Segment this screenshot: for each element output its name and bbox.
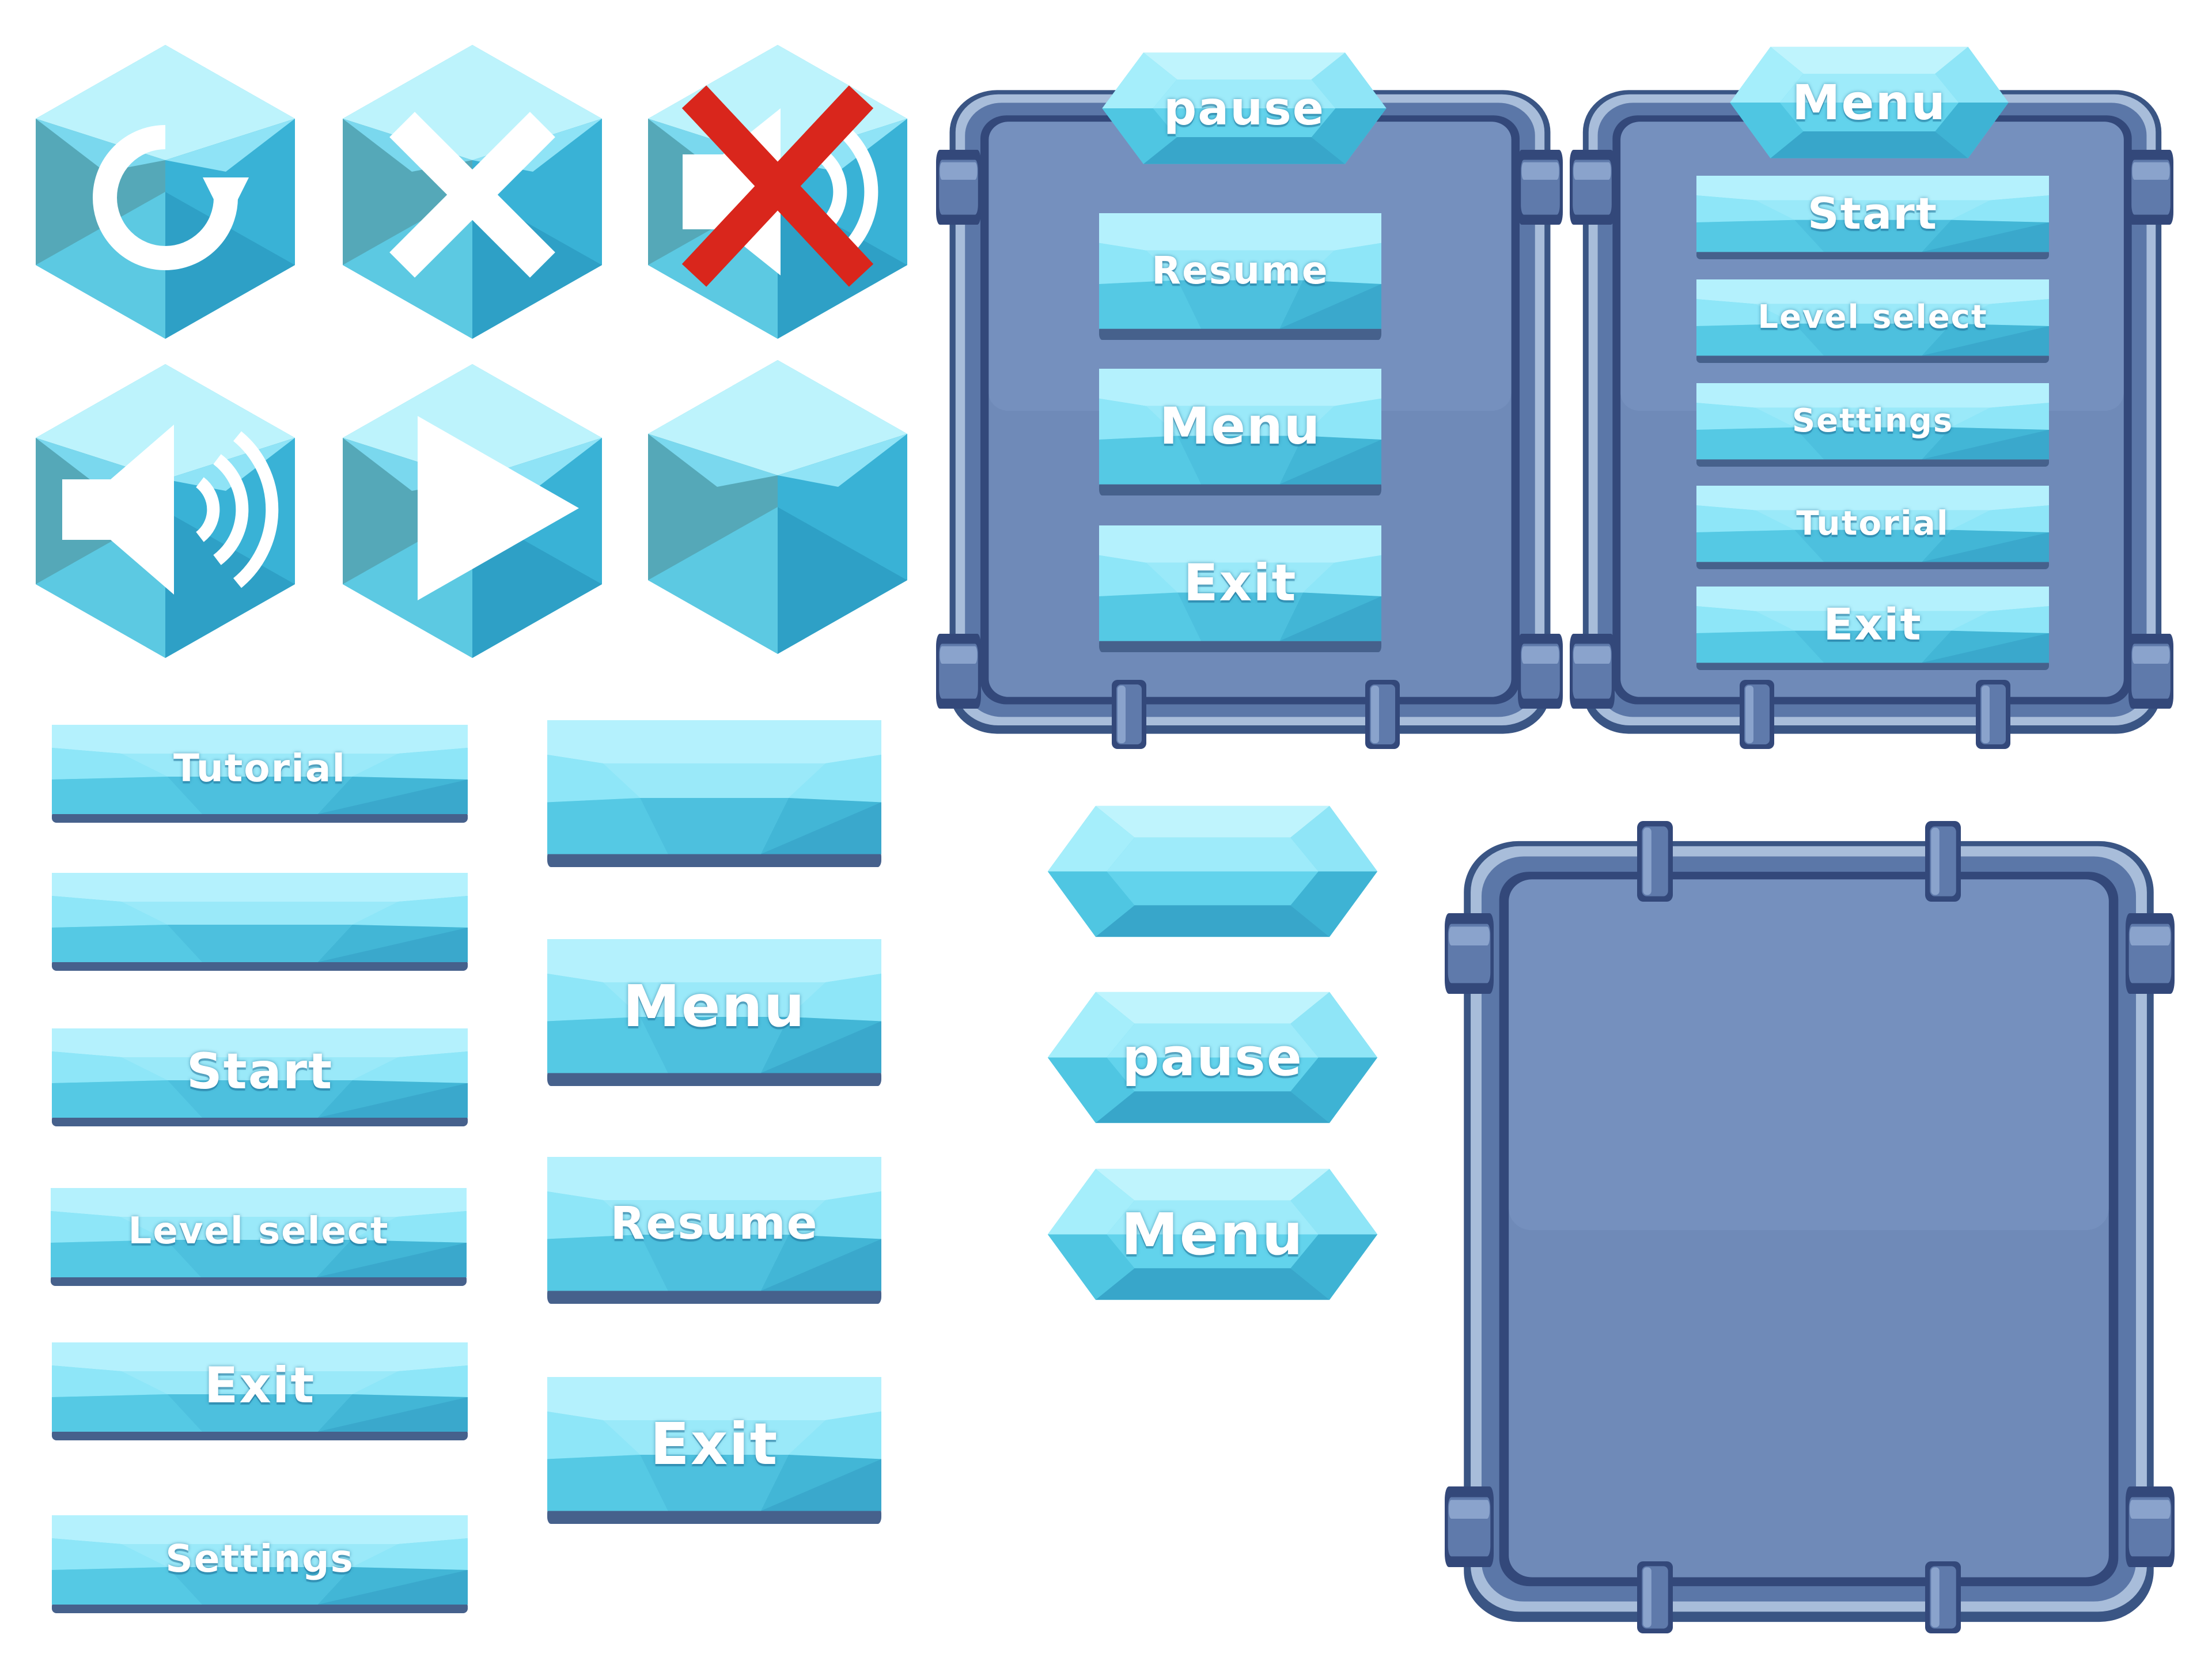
blank-tall-button[interactable] xyxy=(547,720,881,867)
hex-pause-button[interactable]: pause xyxy=(1046,990,1380,1125)
menu-panel-settings-button[interactable]: Settings xyxy=(1696,383,2049,467)
exit-button[interactable]: Exit xyxy=(52,1342,468,1440)
sound-muted-icon[interactable] xyxy=(648,45,907,339)
hex-menu-button[interactable]: Menu xyxy=(1046,1167,1380,1302)
pause-panel-menu-button[interactable]: Menu xyxy=(1099,369,1381,495)
blank-hex-icon[interactable] xyxy=(648,360,907,654)
menu-panel-start-button[interactable]: Start xyxy=(1696,176,2049,259)
settings-button[interactable]: Settings xyxy=(52,1515,468,1613)
sound-on-icon[interactable] xyxy=(36,364,295,658)
menu-panel-level-select-button[interactable]: Level select xyxy=(1696,279,2049,363)
close-icon[interactable] xyxy=(343,45,602,339)
menu-panel-title: Menu xyxy=(1728,45,2010,160)
tutorial-button[interactable]: Tutorial xyxy=(52,725,468,823)
empty-panel xyxy=(1445,821,2175,1633)
exit-tall-button[interactable]: Exit xyxy=(547,1377,881,1524)
pause-panel-exit-button[interactable]: Exit xyxy=(1099,525,1381,652)
start-button[interactable]: Start xyxy=(52,1028,468,1126)
play-icon[interactable] xyxy=(343,364,602,658)
pause-panel-resume-button[interactable]: Resume xyxy=(1099,213,1381,340)
menu-panel-tutorial-button[interactable]: Tutorial xyxy=(1696,486,2049,569)
menu-tall-button[interactable]: Menu xyxy=(547,939,881,1086)
menu-panel-exit-button[interactable]: Exit xyxy=(1696,587,2049,670)
level-select-button[interactable]: Level select xyxy=(51,1188,467,1286)
resume-tall-button[interactable]: Resume xyxy=(547,1157,881,1304)
restart-icon[interactable] xyxy=(36,45,295,339)
hex-blank-button[interactable] xyxy=(1046,804,1380,939)
pause-panel-title: pause xyxy=(1100,51,1388,166)
blank-button[interactable] xyxy=(52,873,468,971)
